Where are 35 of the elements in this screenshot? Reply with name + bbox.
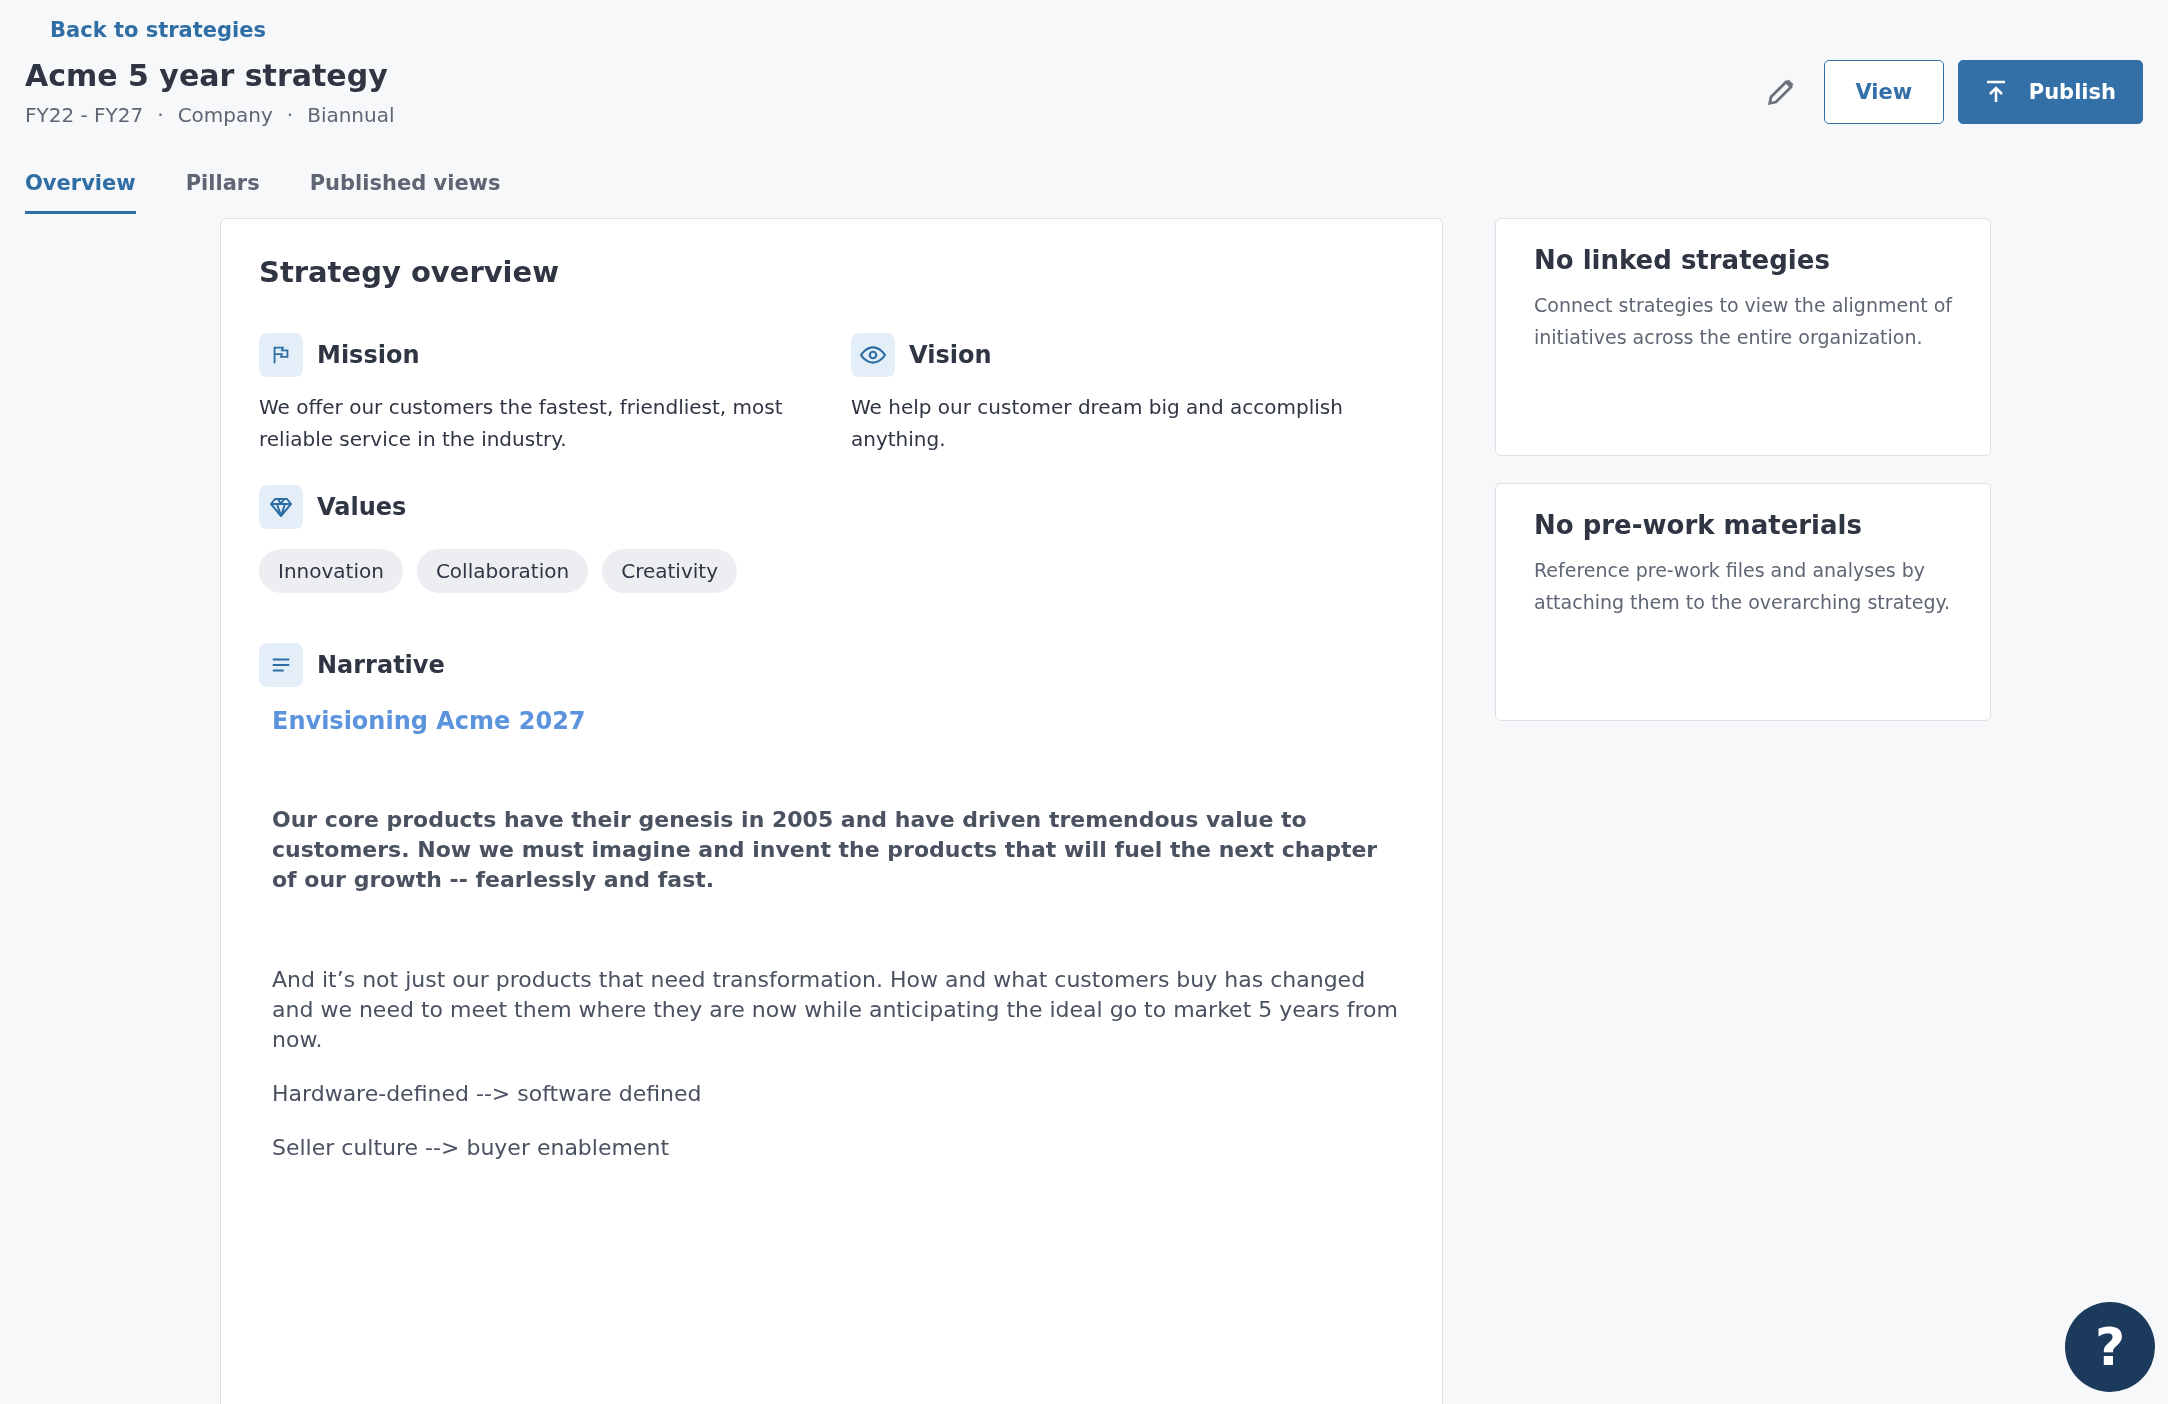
section-heading: Mission [317,341,420,369]
narrative-paragraph: And it’s not just our products that need transformation. How and what customers buy has changed and we need to meet them where they are now while anticipating the ideal go to market 5 years from now. [272,966,1399,1054]
section-heading: Vision [909,341,992,369]
back-link[interactable]: Back to strategies [50,18,266,42]
tab[interactable]: Overview [25,171,136,214]
separator-dot: · [157,103,164,127]
upload-icon [1984,80,2007,104]
help-button[interactable]: ? [2065,1302,2155,1392]
pencil-icon [1765,77,1796,107]
view-button[interactable]: View [1823,60,1944,124]
tab[interactable]: Published views [309,171,501,214]
card-description: Reference pre-work files and analyses by attaching them to the overarching strategy. [1534,558,1952,615]
mission-text: We offer our customers the fastest, friendliest, most reliable service in the industry. [259,394,784,453]
card-title: Strategy overview [259,255,560,289]
meta-text: Company [177,103,273,127]
tab[interactable]: Pillars [185,171,260,214]
narrative-paragraph: Hardware-defined --> software defined [272,1080,703,1108]
vision-text: We help our customer dream big and accomplish anything. [851,394,1344,453]
meta-text: Biannual [307,103,395,127]
narrative-paragraph: Our core products have their genesis in 2005 and have driven tremendous value to customers. Now we must imagine and invent the products that will fuel the next chapter of our growth -- fearlessly and fast. [272,806,1379,894]
page-title: Acme 5 year strategy [25,58,389,93]
section-heading: Narrative [317,651,445,679]
meta-text: FY22 - FY27 [25,103,144,127]
publish-button[interactable]: Publish [1957,60,2143,124]
narrative-link[interactable]: Envisioning Acme 2027 [272,707,586,735]
card-title: No pre-work materials [1534,510,1863,540]
card-description: Connect strategies to view the alignment of initiatives across the entire organization. [1534,293,1952,350]
value-tag: Creativity [602,549,737,593]
card-title: No linked strategies [1534,245,1831,275]
narrative-paragraph: Seller culture --> buyer enablement [272,1134,671,1162]
separator-dot: · [286,103,294,127]
value-tag: Collaboration [416,549,589,593]
section-heading: Values [317,493,407,521]
value-tag: Innovation [259,549,403,593]
diamond-icon [269,495,293,519]
